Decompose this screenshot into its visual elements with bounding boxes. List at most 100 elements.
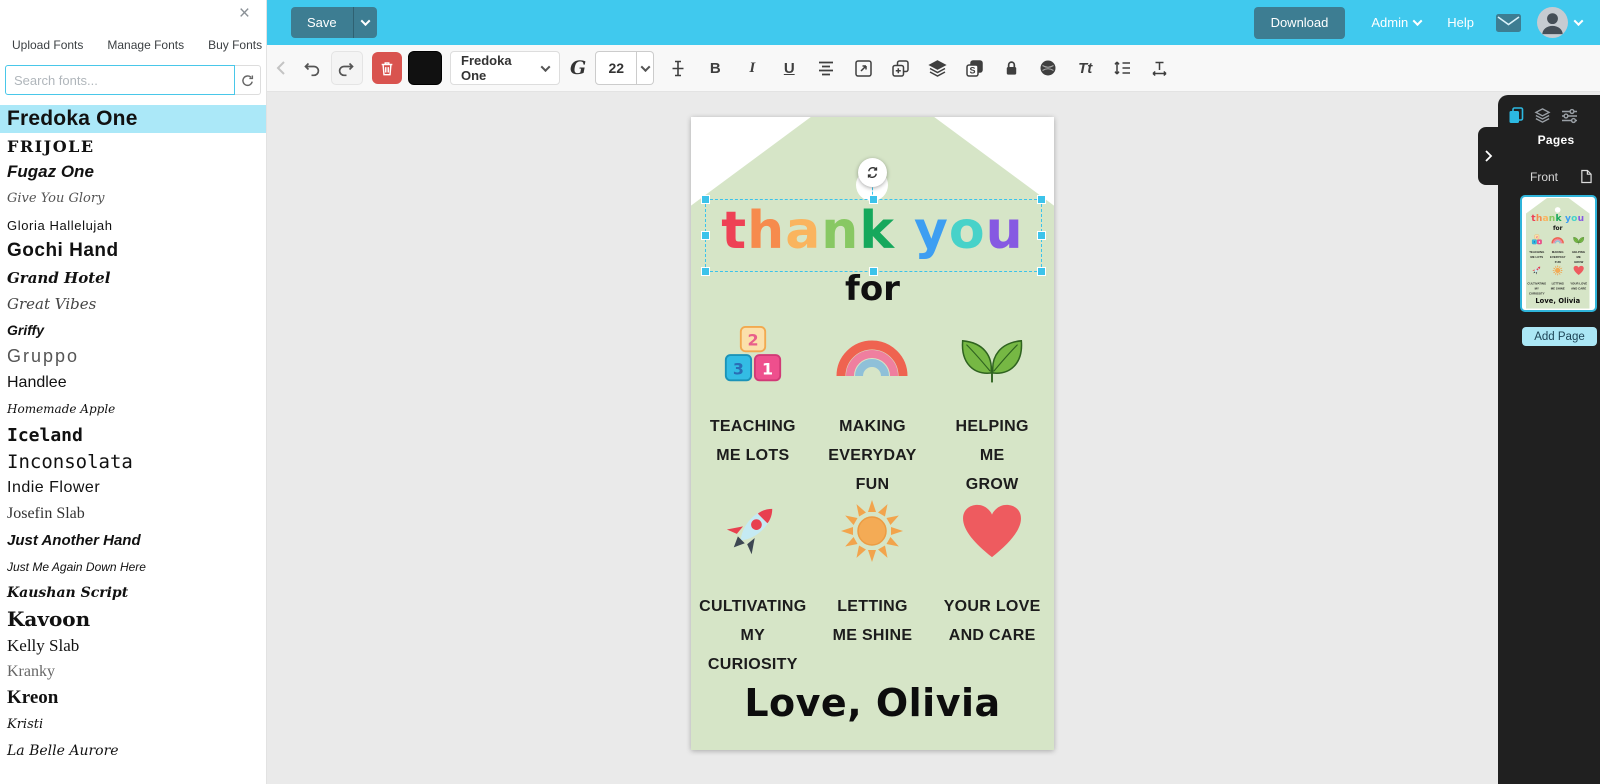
search-input[interactable]	[5, 65, 235, 95]
resize-handle[interactable]	[868, 267, 878, 276]
card-label[interactable]: MAKING EVERYDAY FUN	[813, 413, 933, 499]
pages-tab-icon[interactable]	[1508, 107, 1524, 124]
card-label[interactable]: HELPING ME GROW	[956, 413, 1029, 499]
letter-spacing-icon[interactable]	[1147, 55, 1171, 81]
font-size-input[interactable]: 22	[595, 51, 638, 85]
font-family-dropdown[interactable]: Fredoka One	[450, 51, 560, 85]
card-label: LETTING ME SHINE	[1550, 282, 1565, 291]
back-icon[interactable]	[275, 60, 287, 76]
duplicate-icon[interactable]	[888, 55, 912, 81]
save-dropdown-button[interactable]	[352, 7, 377, 38]
resize-handle[interactable]	[868, 195, 878, 204]
heart-icon	[1573, 265, 1584, 276]
italic-icon[interactable]: I	[740, 55, 764, 81]
font-item[interactable]: Iceland	[0, 422, 266, 448]
font-item-selected[interactable]: Fredoka One	[0, 105, 266, 133]
resize-handle[interactable]	[1037, 195, 1046, 204]
tab-buy-fonts[interactable]: Buy Fonts	[208, 38, 262, 52]
font-item[interactable]: Great Vibes	[0, 291, 266, 317]
texture-icon[interactable]	[1036, 55, 1060, 81]
save-split-button: Save	[291, 7, 377, 38]
card-label: CULTIVATING MY CURIOSITY	[1527, 282, 1547, 296]
font-item[interactable]: Gloria Hallelujah	[0, 212, 266, 238]
chevron-down-icon	[1573, 16, 1584, 27]
tab-upload-fonts[interactable]: Upload Fonts	[12, 38, 83, 52]
panel-collapse-tab[interactable]	[1478, 127, 1498, 185]
layers-tab-icon[interactable]	[1534, 107, 1551, 124]
rocket-icon[interactable]	[718, 498, 788, 564]
heart-icon[interactable]	[961, 503, 1023, 559]
tab-manage-fonts[interactable]: Manage Fonts	[107, 38, 184, 52]
mail-icon[interactable]	[1496, 13, 1521, 32]
sun-icon[interactable]	[840, 499, 904, 563]
rainbow-icon[interactable]	[833, 332, 911, 378]
delete-button[interactable]	[372, 52, 402, 84]
undo-icon[interactable]	[301, 59, 321, 78]
number-blocks-icon[interactable]: 2 3 1	[723, 325, 783, 385]
swap-element-icon[interactable]: S	[962, 55, 986, 81]
refresh-icon[interactable]	[235, 65, 261, 95]
text-cursor-icon[interactable]	[666, 55, 690, 81]
resize-handle[interactable]	[1037, 267, 1046, 276]
bold-icon[interactable]: B	[703, 55, 727, 81]
font-size-dropdown[interactable]	[637, 51, 655, 85]
font-item[interactable]: Frijole	[0, 133, 266, 159]
leaves-icon[interactable]	[957, 325, 1027, 385]
line-height-icon[interactable]	[1110, 55, 1134, 81]
card-label: TEACHING ME LOTS	[1529, 250, 1545, 259]
design-card[interactable]: thank you for 2 3 1 TEACHING ME LOTS MAK…	[691, 117, 1054, 750]
font-item[interactable]: La Belle Aurore	[0, 738, 266, 764]
fill-color-swatch[interactable]	[408, 51, 442, 85]
settings-sliders-icon[interactable]	[1561, 108, 1578, 124]
save-button[interactable]: Save	[291, 7, 353, 38]
page-thumbnail-preview: thank you for 2 3 1 TEACHING ME LOTS MAK…	[1522, 197, 1595, 310]
card-label[interactable]: LETTING ME SHINE	[833, 593, 913, 679]
text-case-icon[interactable]: Tt	[1073, 55, 1097, 81]
resize-handle[interactable]	[701, 230, 710, 240]
card-label[interactable]: YOUR LOVE AND CARE	[944, 593, 1041, 679]
font-item[interactable]: Inconsolata	[0, 449, 266, 475]
help-link[interactable]: Help	[1447, 15, 1474, 30]
font-item[interactable]: Just Me Again Down Here	[0, 554, 266, 580]
duplicate-page-icon[interactable]	[1580, 169, 1592, 184]
font-item[interactable]: Griffy	[0, 317, 266, 343]
font-item[interactable]: Kavoon	[0, 606, 266, 632]
font-item[interactable]: Kristi	[0, 712, 266, 738]
resize-handle[interactable]	[1037, 230, 1046, 240]
font-item[interactable]: Kelly Slab	[0, 633, 266, 659]
underline-icon[interactable]: U	[777, 55, 801, 81]
font-item[interactable]: Kranky	[0, 659, 266, 685]
close-icon[interactable]: ×	[239, 4, 250, 23]
font-item[interactable]: Gochi Hand	[0, 238, 266, 264]
font-item[interactable]: Homemade Apple	[0, 396, 266, 422]
font-item[interactable]: Indie Flower	[0, 475, 266, 501]
account-menu[interactable]	[1537, 7, 1584, 38]
admin-menu[interactable]: Admin	[1371, 15, 1423, 30]
design-canvas[interactable]: thank you for 2 3 1 TEACHING ME LOTS MAK…	[267, 92, 1600, 784]
resize-handle[interactable]	[701, 267, 710, 276]
font-item[interactable]: Kreon	[0, 685, 266, 711]
font-item[interactable]: Josefin Slab	[0, 501, 266, 527]
glyph-style-icon[interactable]: G	[570, 57, 586, 79]
align-center-icon[interactable]	[814, 55, 838, 81]
page-thumbnail[interactable]: thank you for 2 3 1 TEACHING ME LOTS MAK…	[1520, 195, 1597, 312]
font-item[interactable]: Give You Glory	[0, 186, 266, 212]
font-item[interactable]: Gruppo	[0, 343, 266, 369]
card-label[interactable]: CULTIVATING MY CURIOSITY	[699, 593, 806, 679]
font-item[interactable]: Fugaz One	[0, 159, 266, 185]
selection-box[interactable]	[701, 195, 1046, 276]
resize-icon[interactable]	[851, 55, 875, 81]
rotate-handle[interactable]	[858, 158, 887, 187]
font-item[interactable]: Handlee	[0, 370, 266, 396]
font-item[interactable]: Kaushan Script	[0, 580, 266, 606]
card-label[interactable]: TEACHING ME LOTS	[710, 413, 796, 499]
lock-icon[interactable]	[999, 55, 1023, 81]
font-item[interactable]: Just Another Hand	[0, 527, 266, 553]
resize-handle[interactable]	[701, 195, 710, 204]
download-button[interactable]: Download	[1253, 6, 1346, 39]
card-signature[interactable]: Love, Olivia	[691, 681, 1054, 725]
font-item[interactable]: Grand Hotel	[0, 264, 266, 290]
layers-icon[interactable]	[925, 55, 949, 81]
redo-icon[interactable]	[331, 51, 363, 85]
add-page-button[interactable]: Add Page	[1522, 327, 1597, 346]
